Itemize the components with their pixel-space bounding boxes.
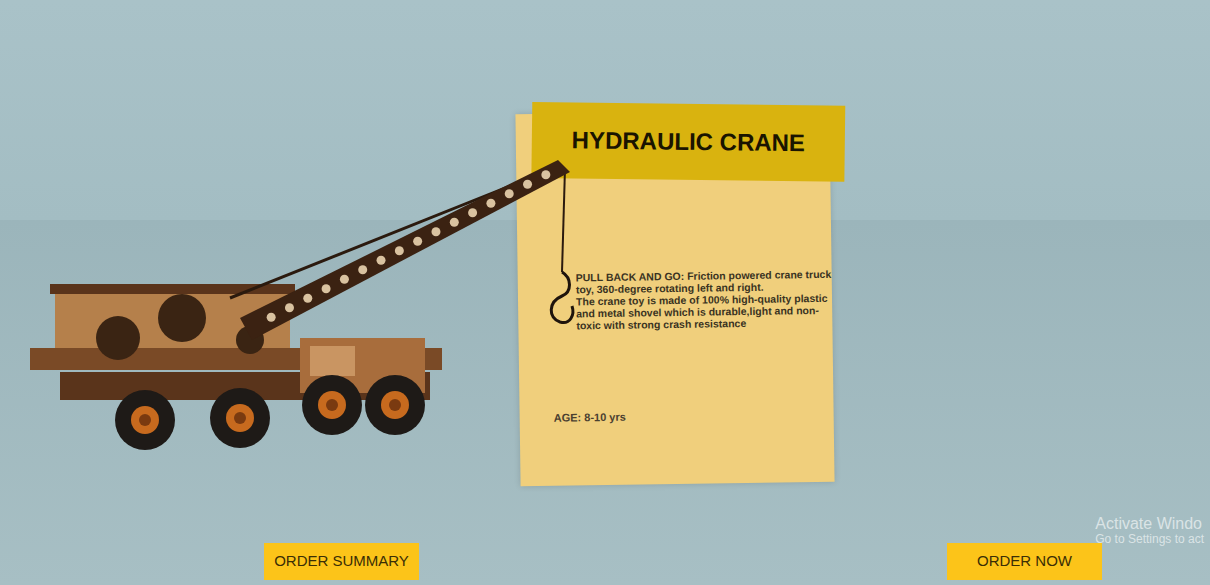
card-age: AGE: 8-10 yrs [554,409,626,427]
card-title: HYDRAULIC CRANE [571,122,805,161]
card-description: PULL BACK AND GO: Friction powered crane… [576,268,833,332]
order-now-button[interactable]: ORDER NOW [947,543,1102,580]
product-card[interactable]: HYDRAULIC CRANE PULL BACK AND GO: Frictio… [515,110,834,486]
action-bar: ORDER SUMMARY ORDER NOW [0,543,1210,585]
watermark-title: Activate Windo [1095,514,1204,533]
watermark-subtitle: Go to Settings to act [1095,533,1204,546]
activation-watermark: Activate WindoGo to Settings to act [1095,514,1204,546]
order-summary-button[interactable]: ORDER SUMMARY [264,543,419,580]
description-paragraph: PULL BACK AND GO: Friction powered crane… [576,268,832,296]
description-paragraph: The crane toy is made of 100% high-quali… [576,292,832,332]
ar-product-viewer: ORDER SUMMARY ORDER NOW HYDRAULIC CRANE PUL… [0,0,1210,585]
card-header: HYDRAULIC CRANE [531,102,845,182]
